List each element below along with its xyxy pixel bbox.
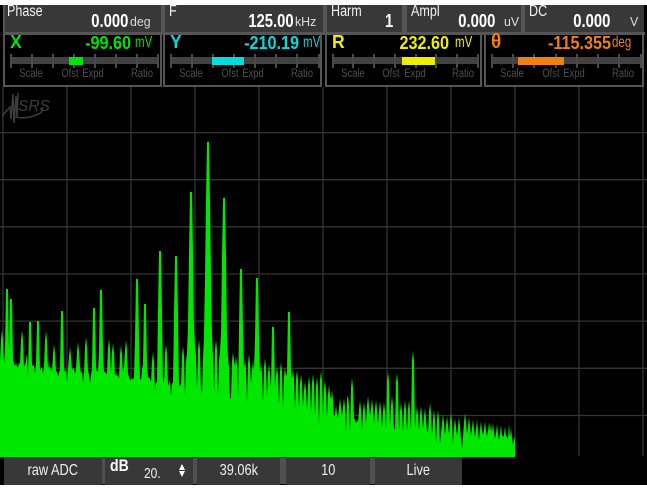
svg-text:SRS: SRS (18, 98, 51, 115)
